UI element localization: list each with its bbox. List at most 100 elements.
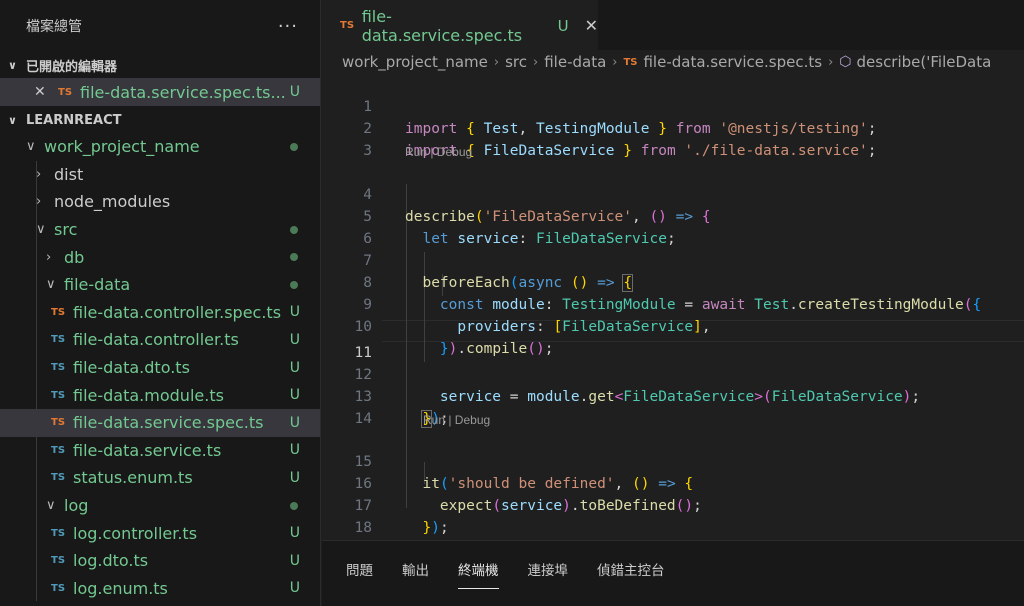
codelens-run-debug[interactable]: Run | Debug <box>423 412 490 428</box>
breadcrumb-item[interactable]: file-data <box>544 53 606 71</box>
git-status-badge: U <box>289 442 300 459</box>
open-editors-section[interactable]: ∨ 已開啟的編輯器 <box>0 52 320 78</box>
code-line: 1 import { Test, TestingModule } from '@… <box>322 74 1024 137</box>
typescript-file-icon: TS <box>340 20 355 31</box>
typescript-file-icon: TS <box>51 527 66 539</box>
code-line: 7 beforeEach(async () => { <box>322 228 1024 292</box>
chevron-down-icon[interactable]: ∨ <box>8 59 26 72</box>
code-line: 16 expect(service).toBeDefined(); <box>322 451 1024 514</box>
tree-folder-file-data[interactable]: ∨ file-data <box>0 271 320 299</box>
chevron-right-icon: › <box>36 166 42 182</box>
file-label: status.enum.ts <box>73 468 193 488</box>
folder-label: work_project_name <box>44 137 200 157</box>
chevron-down-icon: ∨ <box>26 139 36 155</box>
folder-label: dist <box>54 164 84 184</box>
typescript-file-icon: TS <box>51 306 66 318</box>
chevron-right-icon: › <box>612 54 618 70</box>
code-line: 2 import { FileDataService } from './fil… <box>322 96 1024 159</box>
tree-file[interactable]: TS log.controller.ts U <box>0 519 320 547</box>
tree-file[interactable]: TS file-data.module.ts U <box>0 381 320 409</box>
code-line: 9 providers: [FileDataService], <box>322 272 1024 335</box>
tree-folder-dist[interactable]: › dist <box>0 161 320 189</box>
tab-label: file-data.service.spec.ts <box>361 6 523 45</box>
folder-label: src <box>54 220 78 240</box>
file-label: file-data.service.spec.ts <box>73 413 264 433</box>
tree-file[interactable]: TS file-data.dto.ts U <box>0 354 320 382</box>
breadcrumb-item[interactable]: file-data.service.spec.ts <box>643 53 822 71</box>
folder-label: file-data <box>64 275 131 295</box>
typescript-file-icon: TS <box>51 472 66 484</box>
tab-debug-console[interactable]: 偵錯主控台 <box>597 553 665 585</box>
chevron-down-icon[interactable]: ∨ <box>8 114 26 127</box>
tree-file[interactable]: TS log.enum.ts U <box>0 575 320 603</box>
code-line: 10 }).compile(); <box>322 294 1024 357</box>
open-editor-item[interactable]: ✕ TS file-data.service.spec.ts... U <box>0 78 320 106</box>
code-line: 19 <box>322 517 1024 539</box>
tab-terminal[interactable]: 終端機 <box>458 553 499 589</box>
line-number: 3 <box>363 143 372 159</box>
file-label: file-data.controller.ts <box>73 330 239 350</box>
file-label: file-data.controller.spec.ts <box>73 302 282 322</box>
git-status-badge: U <box>289 525 300 542</box>
typescript-file-icon: TS <box>51 582 66 594</box>
close-icon[interactable]: ✕ <box>34 84 58 100</box>
tree-file[interactable]: TS file-data.controller.spec.ts U <box>0 299 320 327</box>
chevron-right-icon: › <box>493 54 500 70</box>
open-editor-filename: file-data.service.spec.ts... <box>80 82 286 102</box>
editor-tab-active[interactable]: TS file-data.service.spec.ts U ✕ <box>322 0 598 50</box>
project-section[interactable]: ∨ LEARNREACT <box>0 107 320 133</box>
code-line: 13 }); <box>322 364 1024 428</box>
folder-label: node_modules <box>54 192 171 212</box>
git-status-badge: U <box>289 84 300 100</box>
tree-folder-node-modules[interactable]: › node_modules <box>0 188 320 216</box>
code-text: import { FileDataService } from './file-… <box>405 143 877 159</box>
git-status-badge: U <box>289 414 300 431</box>
tab-problems[interactable]: 問題 <box>346 553 373 585</box>
tree-file-selected[interactable]: TS file-data.service.spec.ts U <box>0 408 320 437</box>
project-heading: LEARNREACT <box>26 112 122 128</box>
file-label: file-data.module.ts <box>73 385 224 405</box>
breadcrumb-item[interactable]: work_project_name <box>342 53 488 71</box>
typescript-file-icon: TS <box>51 555 66 567</box>
tree-file[interactable]: TS file-data.service.ts U <box>0 437 320 465</box>
modified-dot-icon <box>290 225 298 234</box>
chevron-down-icon: ∨ <box>46 498 56 514</box>
modified-dot-icon <box>290 142 298 151</box>
modified-dot-icon <box>290 501 298 510</box>
breadcrumb: work_project_name › src › file-data › TS… <box>322 50 1024 74</box>
modified-dot-icon <box>290 280 298 289</box>
tree-folder-src[interactable]: ∨ src <box>0 216 320 244</box>
symbol-method-icon: ⬡ <box>839 54 852 70</box>
code-line: 12 service = module.get<FileDataService>… <box>322 342 1024 405</box>
code-line: 5 let service: FileDataService; <box>322 184 1024 247</box>
file-label: file-data.dto.ts <box>73 358 190 378</box>
typescript-file-icon: TS <box>51 362 66 374</box>
git-status-badge: U <box>289 387 300 404</box>
typescript-file-icon: TS <box>51 444 66 456</box>
open-editors-heading: 已開啟的編輯器 <box>26 59 118 75</box>
tab-ports[interactable]: 連接埠 <box>528 553 569 585</box>
tree-folder-work-project[interactable]: ∨ work_project_name <box>0 133 320 161</box>
codelens-run-debug[interactable]: Run | Debug <box>405 144 472 160</box>
tab-output[interactable]: 輸出 <box>402 553 429 585</box>
git-status-badge: U <box>289 304 300 321</box>
typescript-file-icon: TS <box>51 417 66 429</box>
tree-file[interactable]: TS log.dto.ts U <box>0 547 320 575</box>
tree-folder-db[interactable]: › db <box>0 243 320 271</box>
typescript-file-icon: TS <box>51 334 66 346</box>
chevron-right-icon: › <box>533 54 539 70</box>
breadcrumb-item[interactable]: src <box>505 53 527 71</box>
tree-file[interactable]: TS file-data.controller.ts U <box>0 326 320 354</box>
file-label: log.enum.ts <box>73 578 168 598</box>
tree-file[interactable]: TS status.enum.ts U <box>0 464 320 492</box>
close-icon[interactable]: ✕ <box>585 16 598 35</box>
code-editor: TS file-data.service.spec.ts U ✕ work_pr… <box>322 0 1024 540</box>
code-line: 14 <box>322 386 1024 427</box>
chevron-right-icon: › <box>828 54 834 70</box>
tree-folder-log[interactable]: ∨ log <box>0 492 320 520</box>
breadcrumb-item[interactable]: describe('FileData <box>857 53 992 71</box>
folder-label: db <box>64 247 85 267</box>
more-actions-icon[interactable]: ··· <box>278 16 298 37</box>
folder-label: log <box>64 496 89 516</box>
git-status-badge: U <box>289 580 300 597</box>
